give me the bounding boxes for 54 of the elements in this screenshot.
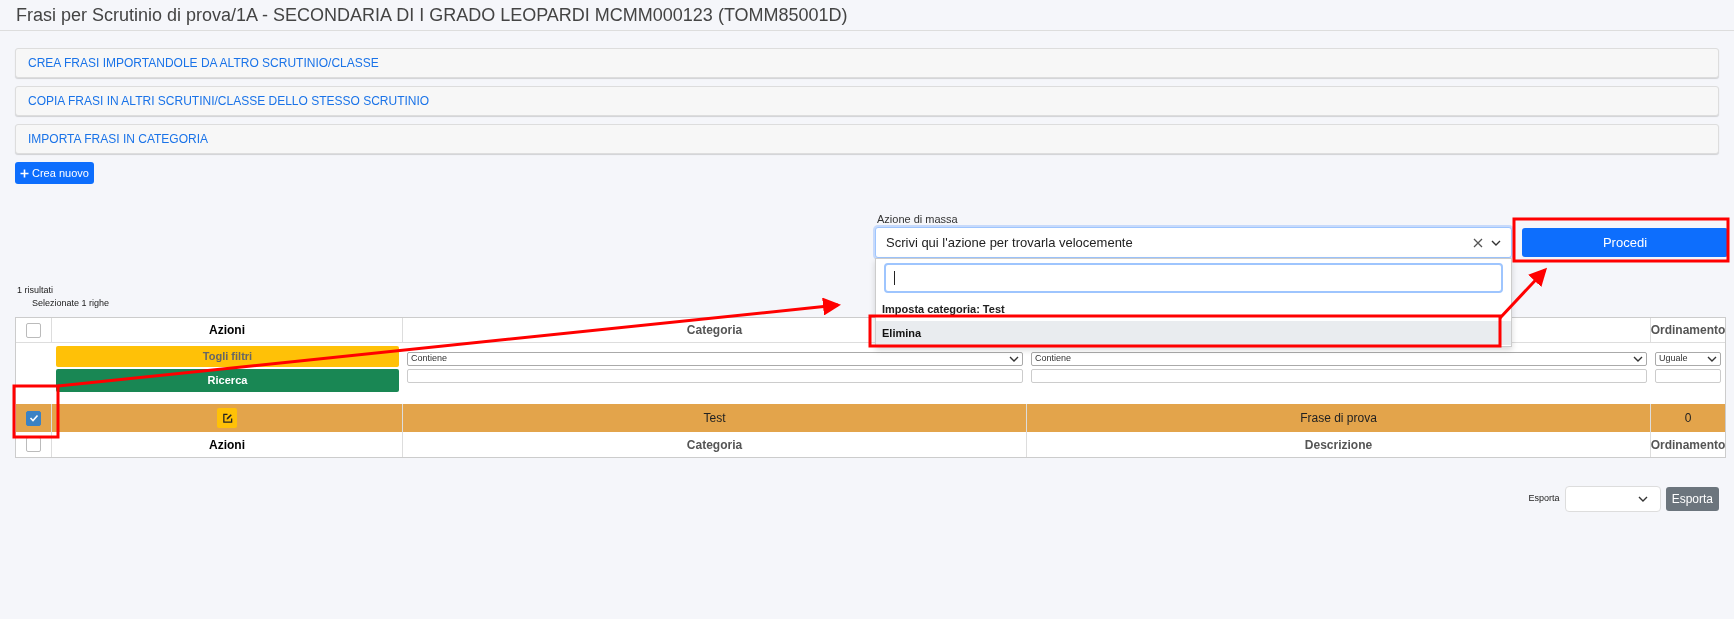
- accordion-panel[interactable]: COPIA FRASI IN ALTRI SCRUTINI/CLASSE DELLO STESSO SCRUTINIO: [15, 86, 1719, 116]
- operator-value: Contiene: [1035, 352, 1072, 366]
- chevron-down-icon: [1009, 356, 1019, 362]
- table-row[interactable]: Test Frase di prova 0: [16, 404, 1725, 432]
- export-select[interactable]: [1564, 486, 1661, 512]
- chevron-down-icon: [1633, 356, 1643, 362]
- column-header: Azioni: [209, 322, 245, 339]
- column-header: Categoria: [686, 322, 743, 339]
- procedi-button[interactable]: Procedi: [1522, 228, 1728, 257]
- export-button[interactable]: Esporta: [1665, 487, 1719, 511]
- clear-filters-button[interactable]: Togli filtri: [56, 346, 399, 367]
- chevron-down-icon: [1707, 356, 1717, 362]
- column-header: Ordinamento: [1650, 322, 1726, 339]
- filter-operator-select[interactable]: Uguale: [1655, 352, 1721, 366]
- text-cursor: [894, 271, 895, 285]
- arrow: [1498, 267, 1548, 320]
- search-button[interactable]: Ricerca: [56, 369, 399, 392]
- edit-icon: [221, 412, 233, 424]
- chevron-down-icon: [1491, 239, 1501, 246]
- column-header: Descrizione: [1304, 436, 1373, 454]
- checkbox[interactable]: [26, 410, 41, 426]
- filter-input[interactable]: [1655, 369, 1721, 383]
- accordion-panel[interactable]: IMPORTA FRASI IN CATEGORIA: [15, 124, 1719, 154]
- checkbox[interactable]: [26, 322, 41, 338]
- column-header: Azioni: [209, 436, 245, 454]
- accordion-panel[interactable]: CREA FRASI IMPORTANDOLE DA ALTRO SCRUTINIO/CLASSE: [15, 48, 1719, 78]
- search-field[interactable]: [884, 263, 1503, 293]
- create-button[interactable]: Crea nuovo: [15, 162, 94, 184]
- table-cell-text: Frase di prova: [1300, 410, 1377, 427]
- chevron-down-icon: [1637, 496, 1648, 502]
- select-placeholder: Scrivi qui l'azione per trovarla velocemente: [886, 233, 1134, 252]
- filter-input[interactable]: [407, 369, 1023, 383]
- action-select[interactable]: Scrivi qui l'azione per trovarla velocemente: [875, 227, 1512, 258]
- filter-operator-select[interactable]: Contiene: [407, 352, 1023, 366]
- dropdown-option[interactable]: Imposta categoria: Test: [876, 297, 1511, 321]
- operator-value: Contiene: [411, 352, 448, 366]
- edit-button[interactable]: [217, 408, 237, 428]
- column-header: Categoria: [686, 436, 743, 454]
- page-title: Frasi per Scrutinio di prova/1A - SECONDARIA DI I GRADO LEOPARDI MCMM000123 (TOMM85001D): [16, 3, 848, 27]
- dropdown-option[interactable]: Elimina: [876, 321, 1511, 345]
- table-cell-text: 0: [1684, 410, 1692, 427]
- selected-rows-count: Selezionate 1 righe: [31, 297, 110, 310]
- field-label: Azione di massa: [877, 212, 959, 227]
- column-header: Ordinamento: [1650, 436, 1726, 454]
- plus-icon: [20, 168, 29, 178]
- filter-operator-select[interactable]: Contiene: [1031, 352, 1647, 366]
- clear-icon[interactable]: [1473, 237, 1483, 248]
- results-count: 1 risultati: [17, 284, 53, 297]
- operator-value: Uguale: [1659, 352, 1688, 366]
- check-icon: [28, 413, 39, 423]
- table-cell-text: Test: [703, 410, 726, 427]
- filter-input[interactable]: [1031, 369, 1647, 383]
- export-label: Esporta: [1528, 492, 1560, 506]
- highlight-frame: [12, 384, 60, 439]
